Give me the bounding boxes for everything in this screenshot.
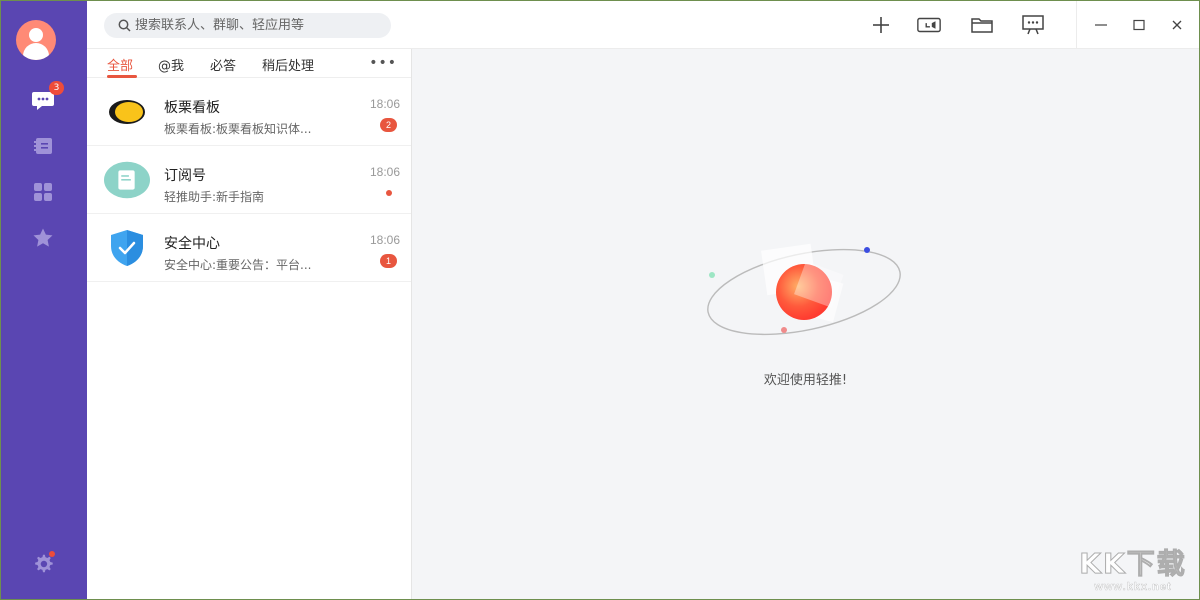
tab-all[interactable]: 全部 bbox=[107, 55, 133, 74]
watermark-url: www.kkx.net bbox=[1094, 581, 1172, 593]
welcome-illustration bbox=[704, 242, 904, 342]
app-window: 3 搜索联系人、群聊、轻应用等 全部 @我 必答 稍后处理 ••• 板栗看板 板… bbox=[0, 0, 1200, 600]
plus-icon bbox=[873, 17, 889, 33]
rail-item-contacts[interactable] bbox=[31, 134, 55, 158]
unread-dot bbox=[386, 190, 392, 196]
rail-item-favorites[interactable] bbox=[31, 226, 55, 250]
star-icon bbox=[33, 228, 53, 247]
video-call-icon bbox=[917, 17, 941, 33]
search-input[interactable] bbox=[135, 18, 375, 33]
search-icon bbox=[118, 19, 131, 32]
more-options-icon[interactable]: ••• bbox=[369, 55, 397, 71]
conversation-time: 18:06 bbox=[369, 97, 400, 111]
unread-count-badge: 2 bbox=[380, 118, 397, 132]
minimize-button[interactable] bbox=[1089, 13, 1113, 37]
subscription-icon bbox=[104, 159, 150, 201]
window-controls-divider bbox=[1076, 1, 1077, 49]
settings-button[interactable] bbox=[31, 551, 55, 576]
settings-notification-dot bbox=[49, 551, 55, 557]
folder-icon bbox=[971, 18, 993, 33]
apps-grid-icon bbox=[34, 183, 52, 201]
left-rail: 3 bbox=[1, 1, 87, 599]
add-button[interactable] bbox=[868, 13, 894, 37]
presentation-icon bbox=[1022, 15, 1044, 35]
filter-tabs: 全部 @我 必答 稍后处理 ••• bbox=[87, 49, 411, 78]
avatar-icon bbox=[16, 20, 56, 60]
minimize-icon bbox=[1095, 24, 1107, 26]
welcome-message: 欢迎使用轻推! bbox=[763, 373, 848, 388]
close-button[interactable] bbox=[1165, 13, 1189, 37]
unread-count-badge: 1 bbox=[380, 254, 397, 268]
conversation-preview: 板栗看板:板栗看板知识体... bbox=[164, 122, 312, 136]
conversation-preview: 安全中心:重要公告：平台... bbox=[164, 258, 312, 272]
tab-later[interactable]: 稍后处理 bbox=[262, 55, 314, 74]
tab-mentions[interactable]: @我 bbox=[158, 55, 184, 74]
unread-badge: 3 bbox=[49, 81, 64, 95]
watermark-text: KK下载 bbox=[1079, 547, 1187, 581]
conversation-item[interactable]: 安全中心 安全中心:重要公告：平台... 18:06 1 bbox=[87, 214, 411, 282]
rail-item-messages[interactable]: 3 bbox=[31, 81, 64, 112]
conversation-list-panel: 全部 @我 必答 稍后处理 ••• 板栗看板 板栗看板:板栗看板知识体... 1… bbox=[87, 49, 412, 599]
tab-must-answer[interactable]: 必答 bbox=[210, 55, 236, 74]
files-button[interactable] bbox=[969, 13, 995, 37]
close-icon bbox=[1172, 20, 1182, 30]
conversation-item[interactable]: 板栗看板 板栗看板:板栗看板知识体... 18:06 2 bbox=[87, 78, 411, 146]
search-box[interactable] bbox=[104, 13, 391, 38]
maximize-button[interactable] bbox=[1127, 13, 1151, 37]
conversation-title: 订阅号 bbox=[164, 168, 206, 184]
conversation-title: 安全中心 bbox=[164, 236, 220, 252]
banli-kanban-logo bbox=[104, 91, 150, 133]
conversation-time: 18:06 bbox=[369, 233, 400, 247]
rail-item-apps[interactable] bbox=[31, 180, 55, 204]
contacts-book-icon bbox=[34, 138, 52, 154]
video-meeting-button[interactable] bbox=[916, 13, 942, 37]
maximize-icon bbox=[1133, 19, 1145, 31]
conversation-item[interactable]: 订阅号 轻推助手:新手指南 18:06 bbox=[87, 146, 411, 214]
conversation-preview: 轻推助手:新手指南 bbox=[164, 190, 265, 204]
conversation-time: 18:06 bbox=[369, 165, 400, 179]
presentation-button[interactable] bbox=[1020, 13, 1046, 37]
user-avatar[interactable] bbox=[16, 20, 70, 60]
main-panel: 欢迎使用轻推! bbox=[412, 49, 1199, 599]
top-bar bbox=[87, 1, 1199, 49]
kkx-watermark-logo: KK下载 www.kkx.net bbox=[1073, 547, 1193, 597]
conversation-title: 板栗看板 bbox=[164, 100, 220, 116]
shield-check-icon bbox=[104, 227, 150, 269]
